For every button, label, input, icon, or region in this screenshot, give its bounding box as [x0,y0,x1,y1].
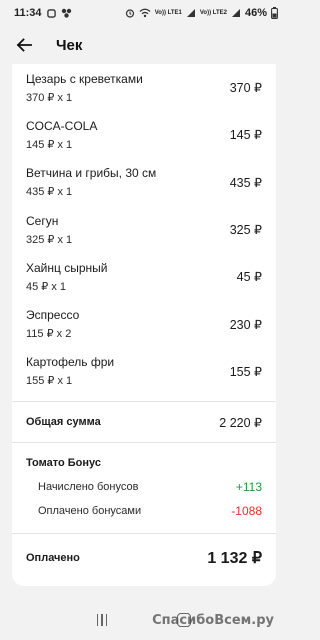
back-button[interactable] [14,35,34,55]
paid-value: 1 132 ₽ [207,550,262,568]
wifi-icon [139,8,151,18]
receipt-card: Цезарь с креветками 370 ₽ x 1 370 ₽ COCA… [12,64,276,586]
arrow-left-icon [16,38,32,52]
list-item: Эспрессо 115 ₽ x 2 230 ₽ [26,300,262,347]
item-qty: 115 ₽ x 2 [26,328,72,341]
battery-icon [271,7,278,19]
bonus-paid-value: -1088 [231,504,262,519]
item-name: Цезарь с креветками [26,71,143,86]
app-bar: Чек [0,26,288,64]
status-bar: 11:34 Vo)) LTE1 Vo)) LTE2 46% [0,0,288,26]
bonus-section: Томато Бонус Начислено бонусов +113 Опла… [12,443,276,523]
item-price: 155 ₽ [229,364,262,379]
watermark-logo: СпасибоВсем.ру [152,613,274,628]
item-price: 145 ₽ [229,128,262,143]
item-name: Сегун [26,213,59,228]
battery-percent: 46% [244,7,267,19]
item-price: 370 ₽ [229,81,262,96]
item-price: 435 ₽ [229,175,262,190]
item-qty: 155 ₽ x 1 [26,375,73,388]
item-qty: 435 ₽ x 1 [26,186,73,199]
app-cluster-icon [61,8,72,18]
list-item: Цезарь с креветками 370 ₽ x 1 370 ₽ [26,64,262,111]
bonus-title: Томато Бонус [26,457,101,470]
item-name: Ветчина и грибы, 30 см [26,166,157,181]
item-qty: 325 ₽ x 1 [26,233,73,246]
paid-row: Оплачено 1 132 ₽ [12,534,276,582]
paid-label: Оплачено [26,552,80,565]
total-row: Общая сумма 2 220 ₽ [12,402,276,442]
item-qty: 370 ₽ x 1 [26,91,73,104]
item-price: 45 ₽ [236,270,262,285]
sim1-label: Vo)) LTE1 [154,10,182,16]
signal-icon [231,8,241,18]
bonus-paid-label: Оплачено бонусами [38,505,142,518]
item-price: 230 ₽ [229,317,262,332]
bonus-paid-row: Оплачено бонусами -1088 [26,499,262,523]
item-name: Хайнц сырный [26,260,108,275]
status-time: 11:34 [14,7,42,19]
total-label: Общая сумма [26,416,101,429]
bonus-accrued-row: Начислено бонусов +113 [26,475,262,499]
receipt-items-list: Цезарь с креветками 370 ₽ x 1 370 ₽ COCA… [12,64,276,395]
bonus-accrued-label: Начислено бонусов [38,481,139,494]
total-value: 2 220 ₽ [219,415,262,430]
page-title: Чек [56,36,83,54]
item-qty: 145 ₽ x 1 [26,138,73,151]
list-item: Хайнц сырный 45 ₽ x 1 45 ₽ [26,253,262,300]
signal-icon [186,8,196,18]
list-item: Сегун 325 ₽ x 1 325 ₽ [26,206,262,253]
item-qty: 45 ₽ x 1 [26,280,67,293]
item-name: Эспрессо [26,308,80,323]
list-item: Ветчина и грибы, 30 см 435 ₽ x 1 435 ₽ [26,159,262,206]
item-name: Картофель фри [26,355,115,370]
item-price: 325 ₽ [229,223,262,238]
item-name: COCA-COLA [26,118,98,133]
alarm-icon [125,8,135,18]
list-item: Картофель фри 155 ₽ x 1 155 ₽ [26,348,262,395]
list-item: COCA-COLA 145 ₽ x 1 145 ₽ [26,111,262,158]
recent-apps-button[interactable] [96,614,108,626]
sim2-label: Vo)) LTE2 [199,10,227,16]
bonus-accrued-value: +113 [235,480,262,495]
notification-icon [46,8,56,18]
